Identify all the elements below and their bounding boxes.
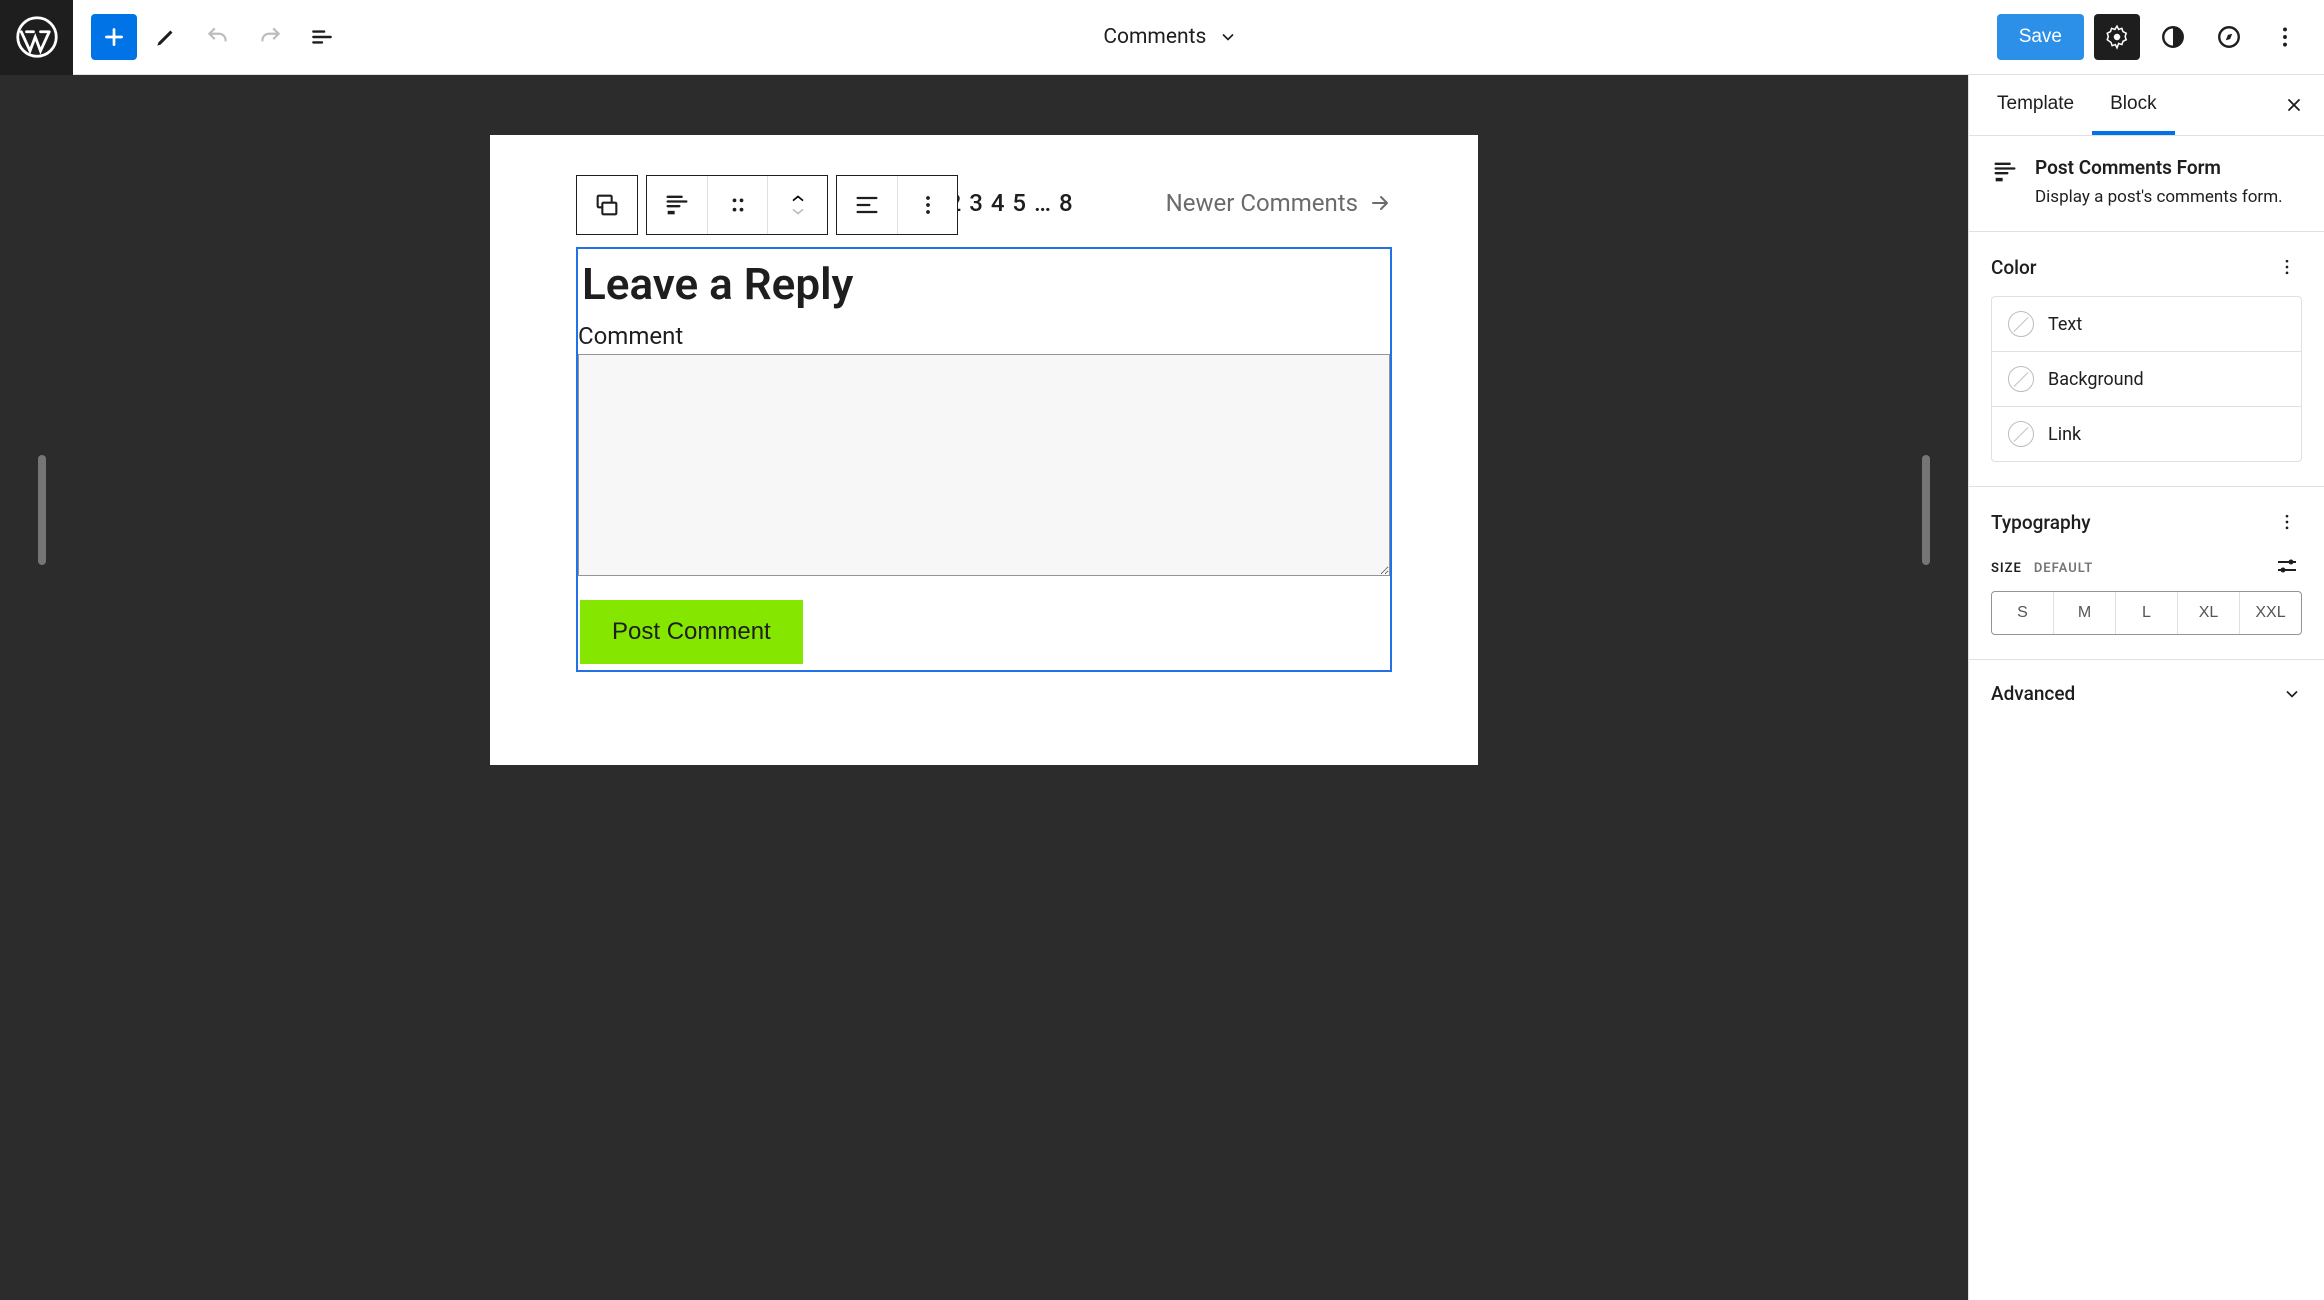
list-icon [309, 24, 335, 50]
comment-textarea[interactable] [578, 354, 1390, 576]
block-toolbar [576, 175, 958, 235]
chevron-down-icon [1218, 27, 1238, 47]
size-xxl[interactable]: XXL [2239, 592, 2301, 634]
newer-comments-label: Newer Comments [1166, 189, 1358, 217]
color-item-label: Link [2048, 424, 2081, 445]
block-info-title: Post Comments Form [2035, 156, 2283, 179]
size-custom-button[interactable] [2272, 551, 2302, 581]
close-icon [2284, 95, 2304, 115]
typography-section: Typography SIZE DEFAULT S M [1969, 487, 2324, 660]
align-button[interactable] [837, 176, 897, 234]
block-type-button[interactable] [647, 176, 707, 234]
color-options-button[interactable] [2272, 252, 2302, 282]
editor-canvas[interactable]: 1 2 3 4 5 … 8 Newer Comments Leave a Rep… [490, 135, 1478, 765]
contrast-icon [2160, 24, 2186, 50]
settings-sidebar: Template Block Post Comments Form Displa… [1968, 75, 2324, 1300]
post-comment-button[interactable]: Post Comment [580, 600, 803, 664]
undo-icon [205, 24, 231, 50]
color-item-link[interactable]: Link [1992, 406, 2301, 461]
drag-handle-button[interactable] [707, 176, 767, 234]
document-title-text: Comments [1103, 25, 1206, 49]
parent-block-button[interactable] [577, 176, 637, 234]
advanced-title: Advanced [1991, 682, 2075, 705]
sidebar-tabs: Template Block [1969, 75, 2324, 136]
undo-button[interactable] [195, 14, 241, 60]
size-s[interactable]: S [1992, 592, 2053, 634]
chevron-up-icon [788, 193, 808, 205]
block-info: Post Comments Form Display a post's comm… [1969, 136, 2324, 232]
tab-template[interactable]: Template [1979, 75, 2092, 135]
arrow-right-icon [1368, 191, 1392, 215]
color-item-background[interactable]: Background [1992, 351, 2301, 406]
add-block-button[interactable] [91, 14, 137, 60]
more-vertical-icon [2277, 512, 2297, 532]
newer-comments-link[interactable]: Newer Comments [1166, 189, 1392, 217]
edit-tool-button[interactable] [143, 14, 189, 60]
plus-icon [101, 24, 127, 50]
color-section: Color Text Background [1969, 232, 2324, 487]
typography-section-title: Typography [1991, 511, 2091, 534]
move-updown-button[interactable] [767, 176, 827, 234]
pencil-icon [153, 24, 179, 50]
none-swatch-icon [2008, 366, 2034, 392]
post-comments-form-icon [663, 191, 691, 219]
settings-button[interactable] [2094, 14, 2140, 60]
post-comments-form-block[interactable]: Leave a Reply Comment Post Comment [576, 247, 1392, 672]
advanced-section[interactable]: Advanced [1969, 660, 2324, 727]
redo-button[interactable] [247, 14, 293, 60]
resize-handle-right[interactable] [1922, 455, 1930, 565]
wordpress-icon [16, 16, 58, 58]
post-comments-form-icon [1991, 158, 2019, 186]
more-vertical-icon [2277, 257, 2297, 277]
compass-icon [2216, 24, 2242, 50]
more-vertical-icon [914, 191, 942, 219]
block-more-button[interactable] [897, 176, 957, 234]
redo-icon [257, 24, 283, 50]
size-m[interactable]: M [2053, 592, 2115, 634]
tab-block[interactable]: Block [2092, 75, 2174, 135]
more-vertical-icon [2272, 24, 2298, 50]
align-left-icon [853, 191, 881, 219]
size-label: SIZE [1991, 561, 2022, 576]
color-item-label: Text [2048, 314, 2082, 335]
close-sidebar-button[interactable] [2274, 85, 2314, 125]
wp-logo[interactable] [0, 0, 73, 75]
reply-title: Leave a Reply [578, 249, 1390, 318]
color-item-text[interactable]: Text [1992, 297, 2301, 351]
comments-block-icon [593, 191, 621, 219]
block-info-description: Display a post's comments form. [2035, 187, 2283, 207]
color-section-title: Color [1991, 256, 2037, 279]
sliders-icon [2275, 556, 2299, 576]
chevron-down-icon [2282, 684, 2302, 704]
save-button[interactable]: Save [1997, 14, 2084, 60]
document-title[interactable]: Comments [345, 25, 1997, 49]
size-buttons: S M L XL XXL [1991, 591, 2302, 635]
comment-label: Comment [578, 318, 1390, 354]
chevron-down-icon [788, 205, 808, 217]
view-button[interactable] [2206, 14, 2252, 60]
top-toolbar: Comments Save [0, 0, 2324, 75]
none-swatch-icon [2008, 311, 2034, 337]
drag-icon [724, 191, 752, 219]
styles-button[interactable] [2150, 14, 2196, 60]
size-xl[interactable]: XL [2177, 592, 2239, 634]
editor-canvas-area: 1 2 3 4 5 … 8 Newer Comments Leave a Rep… [0, 75, 1968, 1300]
typography-options-button[interactable] [2272, 507, 2302, 537]
color-item-label: Background [2048, 369, 2144, 390]
gear-icon [2104, 24, 2130, 50]
resize-handle-left[interactable] [38, 455, 46, 565]
options-button[interactable] [2262, 14, 2308, 60]
size-default: DEFAULT [2034, 561, 2093, 576]
none-swatch-icon [2008, 421, 2034, 447]
size-l[interactable]: L [2115, 592, 2177, 634]
document-overview-button[interactable] [299, 14, 345, 60]
